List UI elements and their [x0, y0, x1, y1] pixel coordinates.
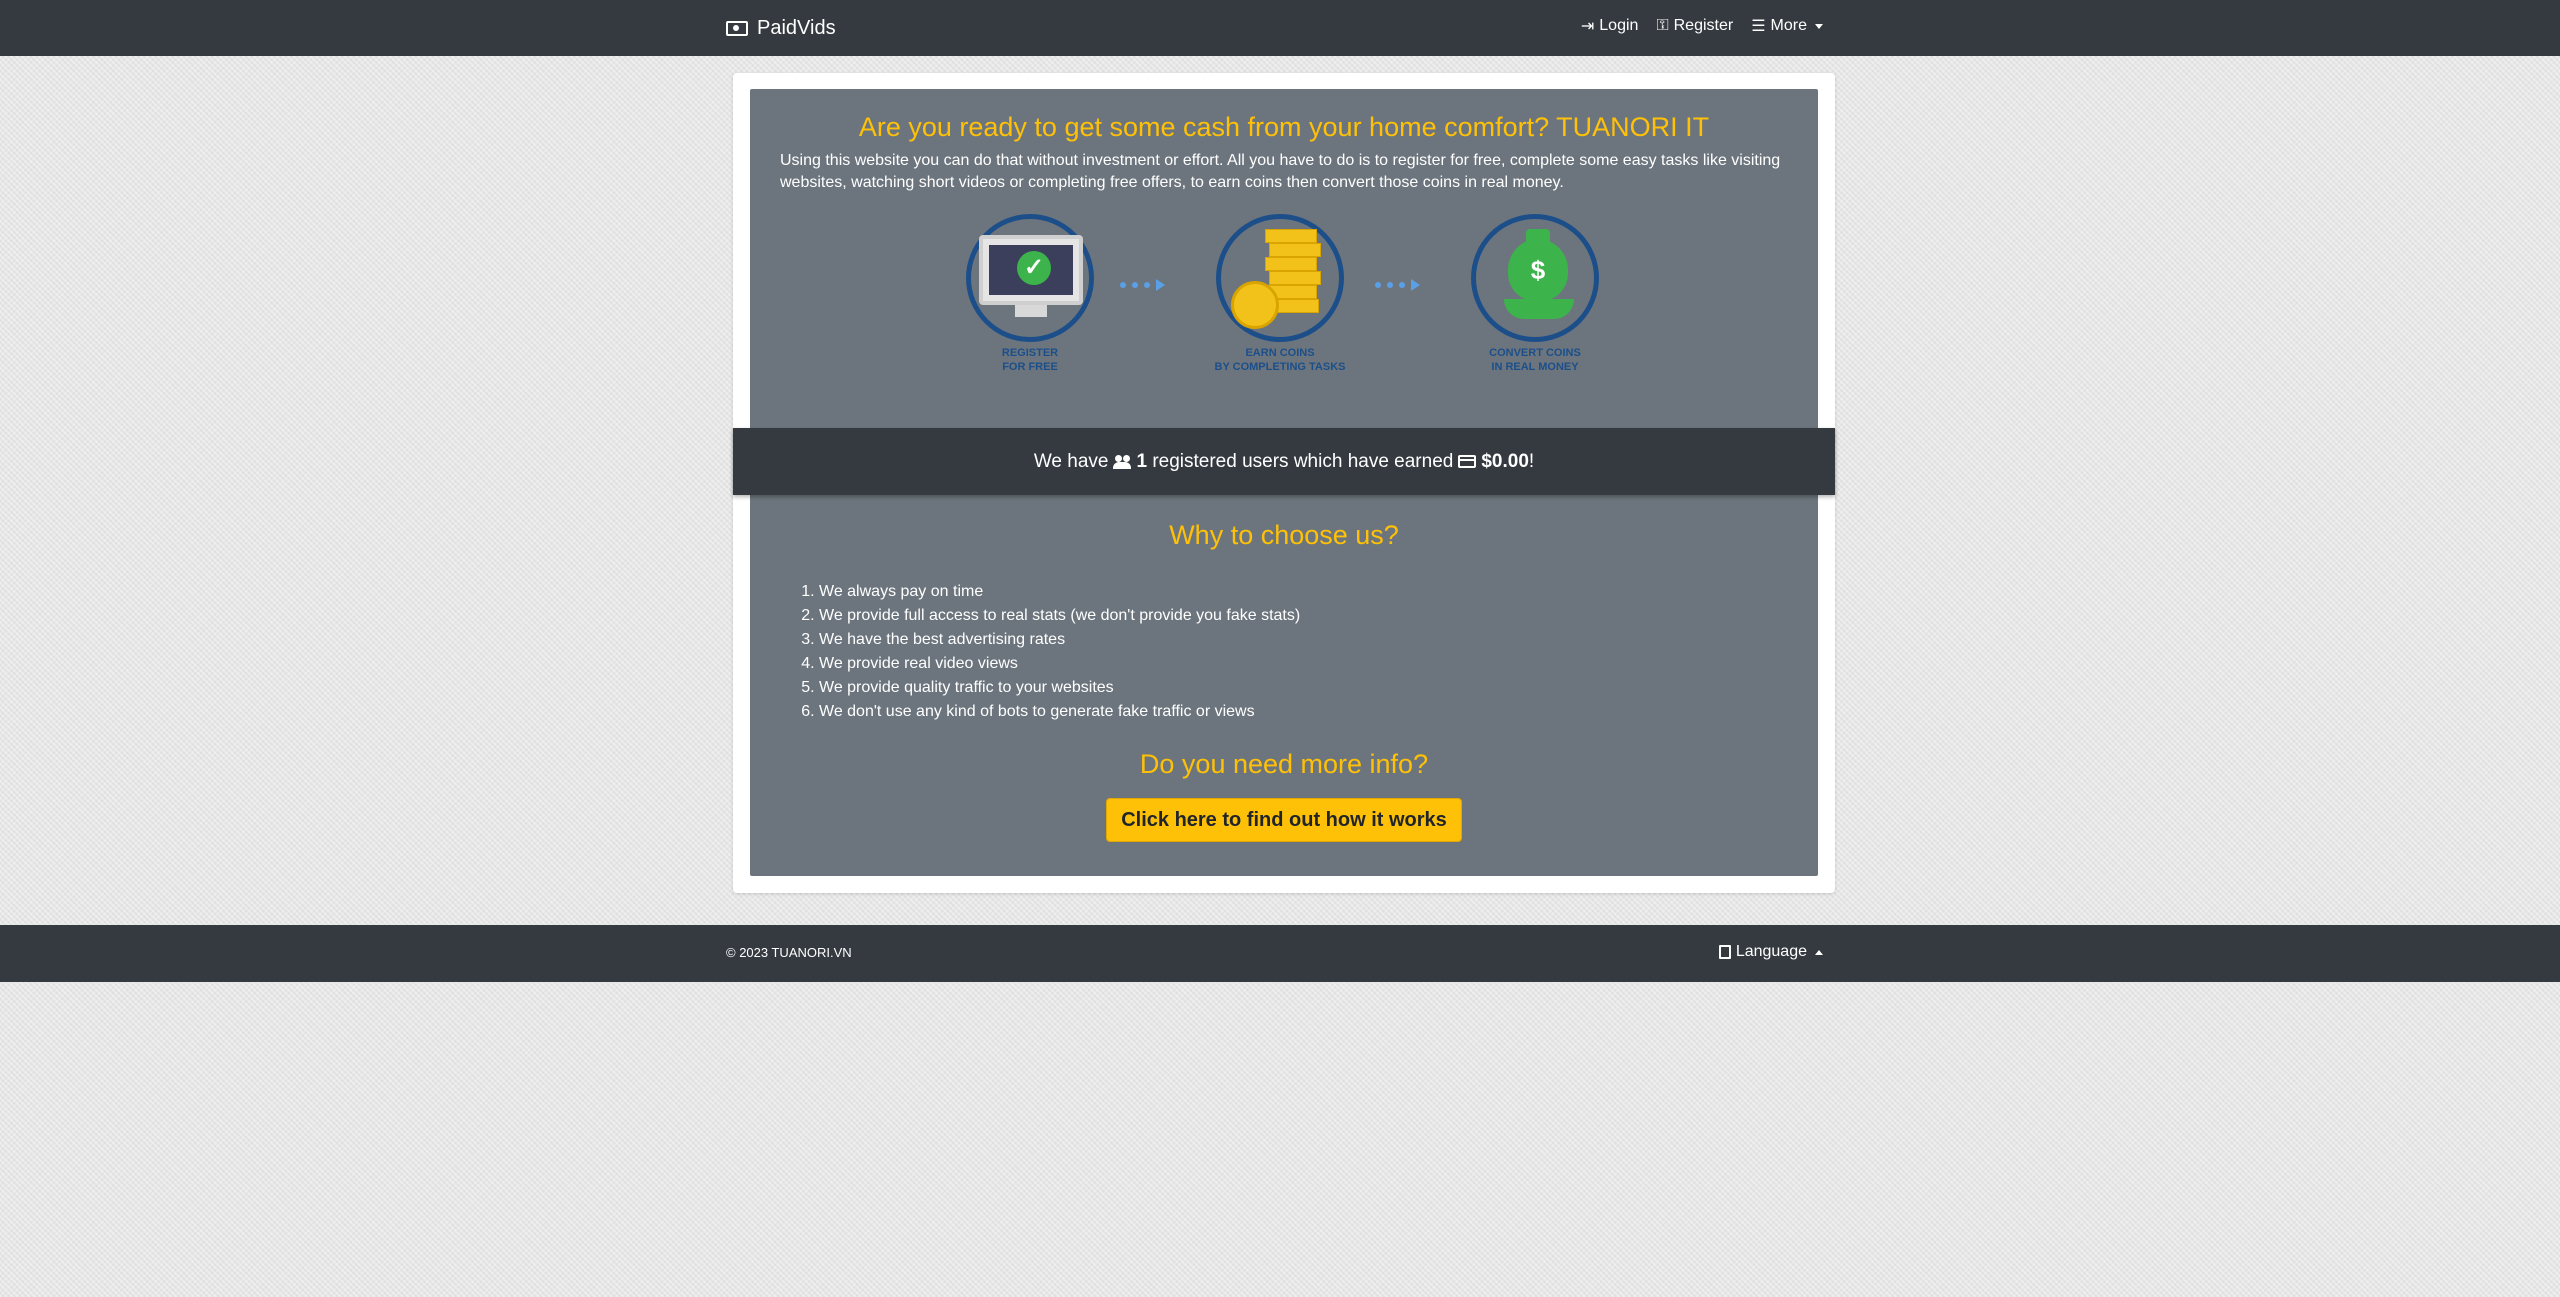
step-label: REGISTER FOR FREE	[1001, 347, 1059, 373]
users-icon	[1113, 454, 1132, 469]
step-register: ✓ REGISTER FOR FREE	[960, 214, 1100, 374]
stats-bar: We have 1 registered users which have ea…	[733, 428, 1835, 495]
stats-prefix: We have	[1033, 450, 1109, 472]
step-earn: EARN COINS BY COMPLETING TASKS	[1210, 214, 1350, 374]
money-bag-icon: $	[1471, 214, 1599, 342]
hero-description: Using this website you can do that witho…	[780, 152, 1781, 191]
register-label: Register	[1673, 17, 1734, 34]
key-icon: ⚿	[1656, 17, 1669, 34]
list-item: We provide quality traffic to your websi…	[819, 676, 1300, 700]
sign-in-icon: ⇥	[1580, 18, 1595, 35]
list-item: We don't use any kind of bots to generat…	[819, 700, 1300, 724]
more-dropdown[interactable]: ☰ More	[1751, 16, 1823, 36]
list-item: We always pay on time	[819, 580, 1300, 604]
login-link[interactable]: ⇥ Login	[1581, 16, 1639, 36]
login-label: Login	[1599, 17, 1639, 34]
steps-illustration: ✓ REGISTER FOR FREE EARN COINS BY COMPLETI…	[960, 214, 1610, 384]
bars-icon: ☰	[1751, 18, 1766, 35]
why-list: We always pay on time We provide full ac…	[805, 580, 1300, 724]
caret-down-icon	[1815, 23, 1823, 29]
arrow-right-icon	[1120, 276, 1190, 291]
step-label: EARN COINS BY COMPLETING TASKS	[1214, 347, 1346, 373]
why-title: Why to choose us?	[1169, 520, 1399, 550]
earned-amount: $0.00	[1481, 450, 1529, 472]
caret-up-icon	[1815, 949, 1823, 955]
list-item: We provide full access to real stats (we…	[819, 604, 1300, 628]
hero-title: Are you ready to get some cash from your…	[858, 112, 1710, 142]
brand-link[interactable]: PaidVids	[726, 14, 836, 42]
arrow-right-icon	[1375, 276, 1445, 291]
language-icon	[1718, 945, 1731, 959]
credit-card-icon	[1458, 455, 1477, 468]
how-it-works-button[interactable]: Click here to find out how it works	[1106, 798, 1462, 842]
coins-icon	[1216, 214, 1344, 342]
nav-links: ⇥ Login ⚿ Register ☰ More	[1581, 16, 1823, 36]
step-convert: $ CONVERT COINS IN REAL MONEY	[1465, 214, 1605, 374]
users-count: 1	[1136, 450, 1148, 472]
step-label: CONVERT COINS IN REAL MONEY	[1489, 347, 1581, 373]
more-info-title: Do you need more info?	[1139, 749, 1429, 779]
list-item: We provide real video views	[819, 652, 1300, 676]
money-bill-icon	[726, 20, 748, 36]
brand-name: PaidVids	[757, 16, 836, 39]
more-label: More	[1770, 17, 1807, 34]
top-navbar: PaidVids ⇥ Login ⚿ Register ☰ More	[0, 0, 2560, 56]
language-label: Language	[1735, 943, 1807, 960]
footer: © 2023 TUANORI.VN Language	[0, 925, 2560, 982]
list-item: We have the best advertising rates	[819, 628, 1300, 652]
stats-middle: registered users which have earned	[1152, 450, 1454, 472]
monitor-check-icon: ✓	[966, 214, 1094, 342]
register-link[interactable]: ⚿ Register	[1656, 16, 1733, 36]
language-dropdown[interactable]: Language	[1718, 943, 1823, 961]
copyright: © 2023 TUANORI.VN	[726, 945, 852, 960]
stats-suffix: !	[1528, 450, 1535, 472]
